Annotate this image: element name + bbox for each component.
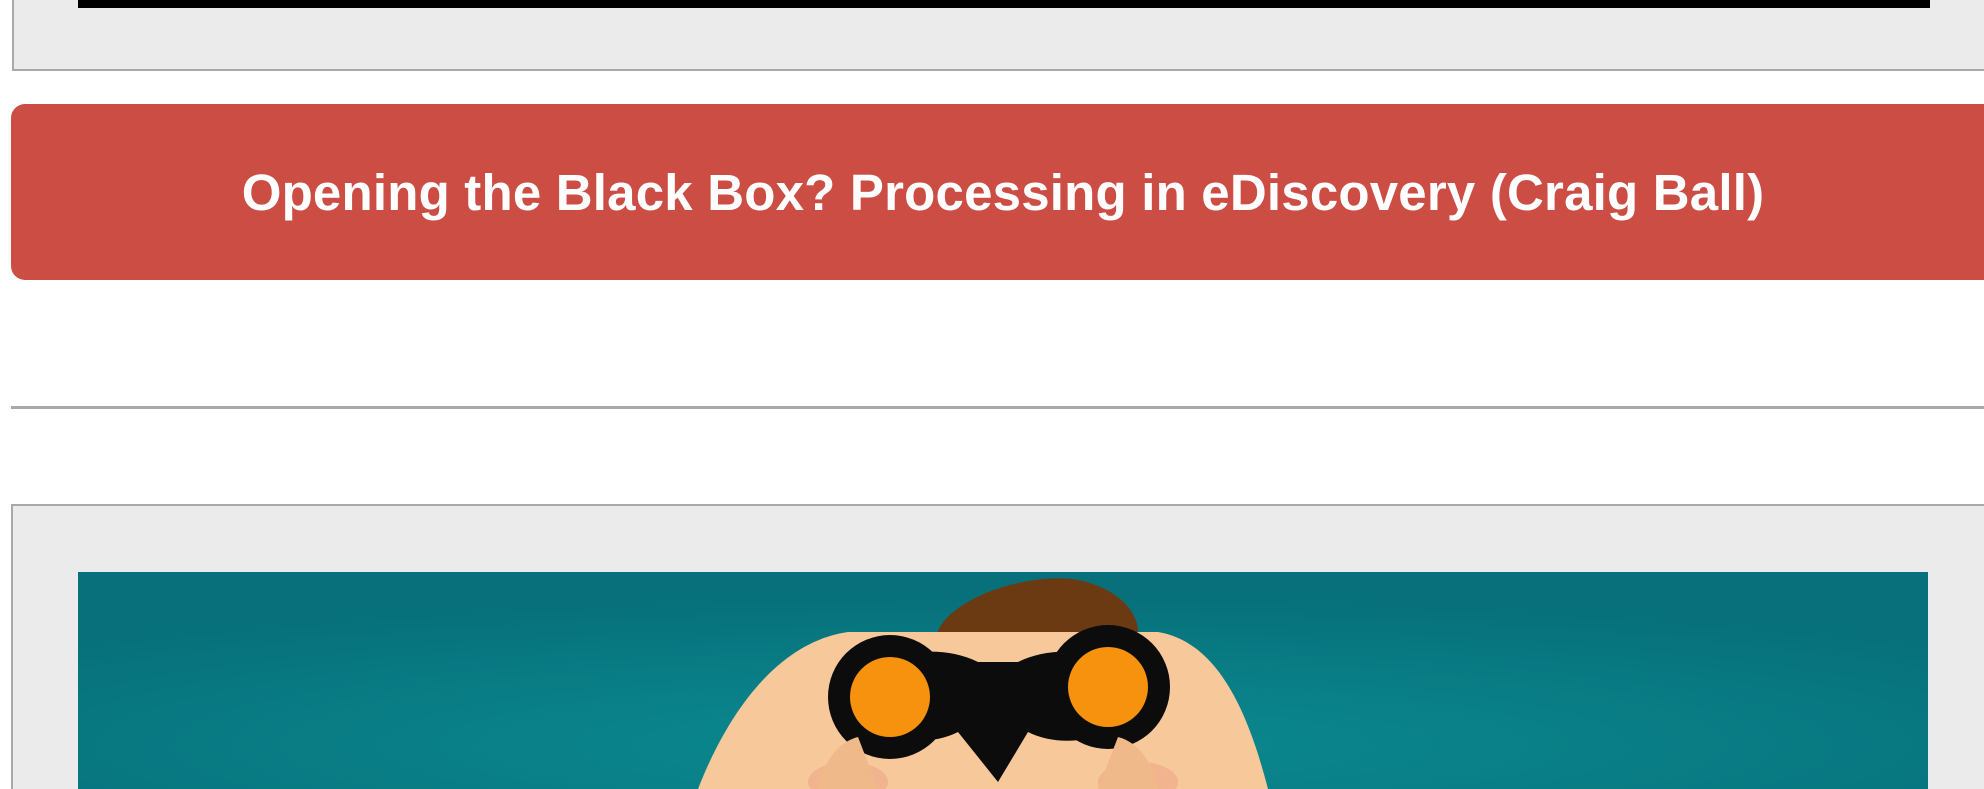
previous-post-panel [12,0,1984,71]
previous-post-image[interactable] [78,0,1930,8]
binoculars-illustration-icon [78,572,1928,789]
post-title: Opening the Black Box? Processing in eDi… [241,163,1765,221]
post-title-button[interactable]: Opening the Black Box? Processing in eDi… [11,104,1984,280]
divider [11,406,1984,409]
page: Opening the Black Box? Processing in eDi… [0,0,1984,789]
featured-image[interactable] [78,572,1928,789]
